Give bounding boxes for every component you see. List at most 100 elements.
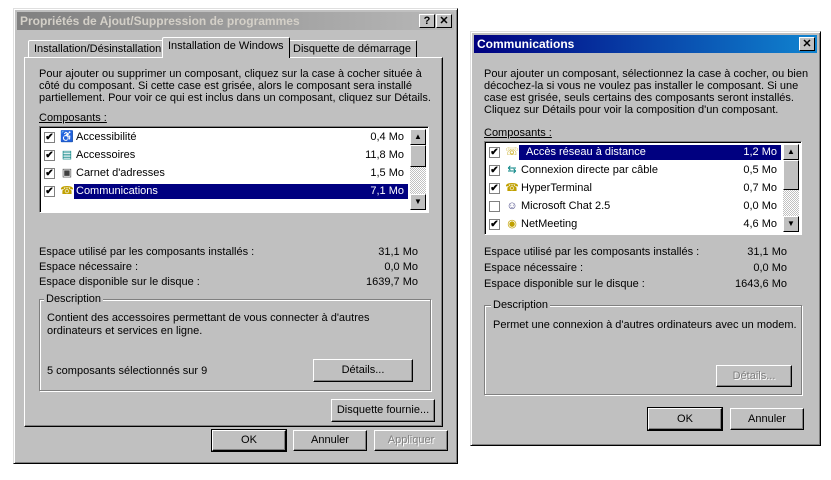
list-item-hyperterminal[interactable]: ✔ ☎ HyperTerminal 0,7 Mo [487, 180, 799, 197]
item-label: Accès réseau à distance [525, 145, 647, 160]
used-space-label: Espace utilisé par les composants instal… [484, 246, 700, 258]
list-item-address-book[interactable]: ✔ ▣ Carnet d'adresses 1,5 Mo [42, 165, 426, 182]
list-item-dialup[interactable]: ✔ ☏ Accès réseau à distance 1,2 Mo [487, 144, 799, 161]
item-label: Accessibilité [76, 131, 137, 143]
intro-line-3: partiellement. Pour voir ce qui est incl… [39, 92, 431, 104]
item-size: 7,1 Mo [370, 184, 404, 199]
free-space-value: 1639,7 Mo [366, 276, 418, 288]
item-size: 0,5 Mo [743, 164, 777, 176]
tab-install-uninstall[interactable]: Installation/Désinstallation [28, 40, 168, 58]
intro-line-2: décochez-la si vous ne voulez pas instal… [484, 80, 799, 92]
components-list[interactable]: ✔ ♿ Accessibilité 0,4 Mo ✔ ▤ Accessoires… [39, 126, 429, 213]
hyperterminal-icon: ☎ [505, 182, 519, 194]
apply-button[interactable]: Appliquer [374, 430, 448, 451]
ok-button[interactable]: OK [211, 429, 287, 452]
accessibility-icon: ♿ [60, 131, 74, 143]
list-item-direct-cable[interactable]: ✔ ⇆ Connexion directe par câble 0,5 Mo [487, 162, 799, 179]
dialog-title-bar[interactable]: Communications ✕ [474, 35, 817, 53]
list-item-accessories[interactable]: ✔ ▤ Accessoires 11,8 Mo [42, 147, 426, 164]
dialog-title-bar[interactable]: Propriétés de Ajout/Suppression de progr… [17, 12, 454, 30]
free-space-value: 1643,6 Mo [735, 278, 787, 290]
chat-icon: ☺ [506, 200, 518, 212]
item-label: Accessoires [76, 149, 136, 161]
list-item-accessibility[interactable]: ✔ ♿ Accessibilité 0,4 Mo [42, 129, 426, 146]
intro-line-2: côté du composant. Si cette case est gri… [39, 80, 412, 92]
close-button[interactable]: ✕ [436, 14, 452, 28]
checkbox[interactable]: ✔ [44, 132, 55, 143]
list-scrollbar[interactable]: ▲ ▼ [410, 129, 426, 210]
tab-windows-setup[interactable]: Installation de Windows [162, 37, 290, 58]
item-size: 0,4 Mo [370, 131, 404, 143]
accessories-icon: ▤ [61, 149, 73, 161]
item-size: 0,0 Mo [743, 200, 777, 212]
needed-space-label: Espace nécessaire : [484, 262, 584, 274]
scroll-thumb[interactable] [783, 160, 799, 190]
list-scrollbar[interactable]: ▲ ▼ [783, 144, 799, 232]
add-remove-programs-dialog: Propriétés de Ajout/Suppression de progr… [13, 8, 458, 464]
tab-panel: Pour ajouter ou supprimer un composant, … [24, 57, 443, 427]
communications-icon: ☎ [60, 185, 74, 197]
scroll-thumb[interactable] [410, 145, 426, 167]
selected-count: 5 composants sélectionnés sur 9 [47, 365, 208, 377]
components-label: Composants : [39, 112, 107, 124]
components-list[interactable]: ✔ ☏ Accès réseau à distance 1,2 Mo ✔ ⇆ C… [484, 141, 802, 235]
item-label: HyperTerminal [521, 182, 592, 194]
cable-icon: ⇆ [507, 164, 517, 176]
list-item-communications[interactable]: ✔ ☎ Communications 7,1 Mo [42, 183, 426, 200]
description-line-2: ordinateurs et services en ligne. [47, 325, 203, 337]
item-size: 4,6 Mo [743, 218, 777, 230]
intro-line-4: Cliquez sur Détails pour voir la composi… [484, 104, 779, 116]
checkbox[interactable]: ✔ [489, 219, 500, 230]
checkbox[interactable]: ✔ [489, 183, 500, 194]
item-label: Carnet d'adresses [76, 167, 165, 179]
dialog-title: Communications [477, 37, 575, 51]
free-space-label: Espace disponible sur le disque : [484, 278, 645, 290]
description-line-1: Contient des accessoires permettant de v… [47, 312, 370, 324]
item-size: 1,5 Mo [370, 167, 404, 179]
help-button[interactable]: ? [419, 14, 435, 28]
close-button[interactable]: ✕ [799, 37, 815, 51]
dialog-title: Propriétés de Ajout/Suppression de progr… [20, 14, 300, 28]
needed-space-value: 0,0 Mo [753, 262, 787, 274]
description-label: Description [44, 293, 104, 305]
ok-button[interactable]: OK [647, 407, 723, 431]
scroll-down-icon[interactable]: ▼ [410, 194, 426, 210]
details-button[interactable]: Détails... [716, 365, 792, 387]
item-label: Communications [75, 184, 159, 199]
details-button[interactable]: Détails... [313, 359, 413, 382]
scroll-down-icon[interactable]: ▼ [783, 216, 799, 232]
supplied-disk-button[interactable]: Disquette fournie... [331, 399, 435, 422]
item-label: NetMeeting [521, 218, 578, 230]
checkbox[interactable]: ✔ [489, 147, 500, 158]
cancel-button[interactable]: Annuler [293, 430, 367, 451]
item-size: 1,2 Mo [743, 145, 777, 160]
needed-space-label: Espace nécessaire : [39, 261, 139, 273]
checkbox[interactable]: ✔ [44, 168, 55, 179]
cancel-button[interactable]: Annuler [730, 408, 804, 430]
description-label: Description [491, 299, 551, 311]
used-space-label: Espace utilisé par les composants instal… [39, 246, 255, 258]
checkbox[interactable] [489, 201, 500, 212]
address-book-icon: ▣ [61, 167, 73, 179]
components-label: Composants : [484, 127, 552, 139]
tab-startup-disk[interactable]: Disquette de démarrage [287, 40, 418, 58]
checkbox[interactable]: ✔ [489, 165, 500, 176]
communications-dialog: Communications ✕ Pour ajouter un composa… [470, 31, 821, 446]
list-item-chat[interactable]: ☺ Microsoft Chat 2.5 0,0 Mo [487, 198, 799, 215]
scroll-up-icon[interactable]: ▲ [783, 144, 799, 160]
free-space-label: Espace disponible sur le disque : [39, 276, 200, 288]
list-item-netmeeting[interactable]: ✔ ◉ NetMeeting 4,6 Mo [487, 216, 799, 233]
intro-line-1: Pour ajouter ou supprimer un composant, … [39, 68, 422, 80]
checkbox[interactable]: ✔ [44, 150, 55, 161]
intro-line-3: case est grisée, seuls certains des comp… [484, 92, 794, 104]
item-label: Microsoft Chat 2.5 [521, 200, 611, 212]
checkbox[interactable]: ✔ [44, 186, 55, 197]
dialup-icon: ☏ [505, 146, 519, 158]
item-size: 11,8 Mo [365, 149, 404, 161]
scroll-up-icon[interactable]: ▲ [410, 129, 426, 145]
used-space-value: 31,1 Mo [747, 246, 787, 258]
item-size: 0,7 Mo [743, 182, 777, 194]
description-text: Permet une connexion à d'autres ordinate… [493, 319, 797, 331]
netmeeting-icon: ◉ [507, 218, 517, 230]
used-space-value: 31,1 Mo [378, 246, 418, 258]
